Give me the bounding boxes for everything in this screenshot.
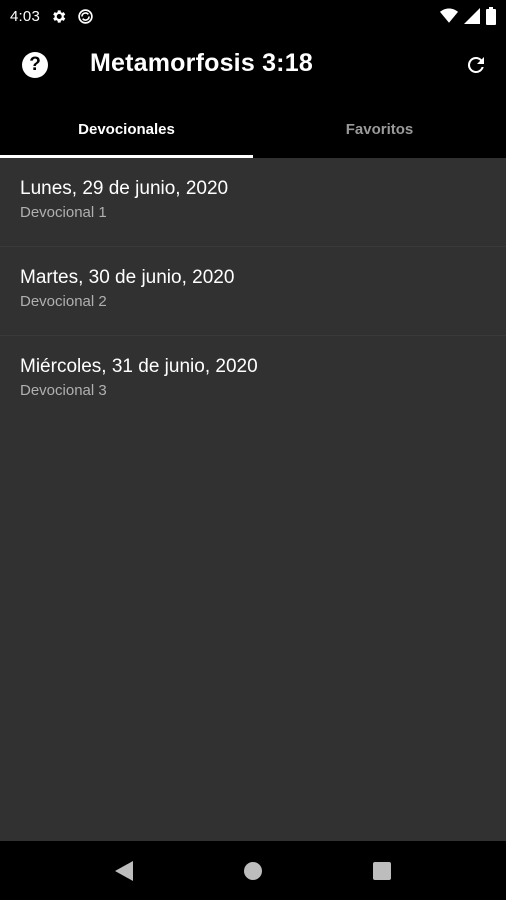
tab-bar: Devocionales Favoritos — [0, 100, 506, 158]
item-title: Miércoles, 31 de junio, 2020 — [20, 356, 258, 377]
status-left: 4:03 — [10, 8, 94, 25]
app-bar: ? Metamorfosis 3:18 — [0, 32, 506, 100]
item-subtitle: Devocional 3 — [20, 382, 107, 399]
devotional-list: Lunes, 29 de junio, 2020 Devocional 1 Ma… — [0, 158, 506, 425]
recents-icon[interactable] — [362, 851, 402, 891]
status-time: 4:03 — [10, 7, 40, 25]
status-right — [440, 7, 496, 25]
navigation-bar — [0, 841, 506, 900]
status-bar: 4:03 — [0, 0, 506, 32]
item-title: Martes, 30 de junio, 2020 — [20, 267, 235, 288]
battery-icon — [486, 7, 496, 25]
item-subtitle: Devocional 2 — [20, 293, 107, 310]
item-title: Lunes, 29 de junio, 2020 — [20, 178, 229, 199]
home-icon[interactable] — [233, 851, 273, 891]
list-item[interactable]: Miércoles, 31 de junio, 2020 Devocional … — [0, 336, 506, 425]
help-icon[interactable]: ? — [22, 52, 48, 78]
item-subtitle: Devocional 1 — [20, 204, 107, 221]
list-item[interactable]: Martes, 30 de junio, 2020 Devocional 2 — [0, 247, 506, 336]
signal-icon — [464, 8, 480, 24]
tab-favoritos[interactable]: Favoritos — [253, 100, 506, 158]
settings-icon — [50, 8, 67, 25]
back-icon[interactable] — [104, 851, 144, 891]
wifi-icon — [440, 8, 458, 24]
app-title: Metamorfosis 3:18 — [90, 49, 313, 77]
app-screen: 4:03 ? Metamorfosis 3:18 Devocionales Fa… — [0, 0, 506, 900]
list-item[interactable]: Lunes, 29 de junio, 2020 Devocional 1 — [0, 158, 506, 247]
tab-devocionales[interactable]: Devocionales — [0, 100, 253, 158]
refresh-icon[interactable] — [462, 51, 490, 79]
sync-icon — [77, 8, 94, 25]
